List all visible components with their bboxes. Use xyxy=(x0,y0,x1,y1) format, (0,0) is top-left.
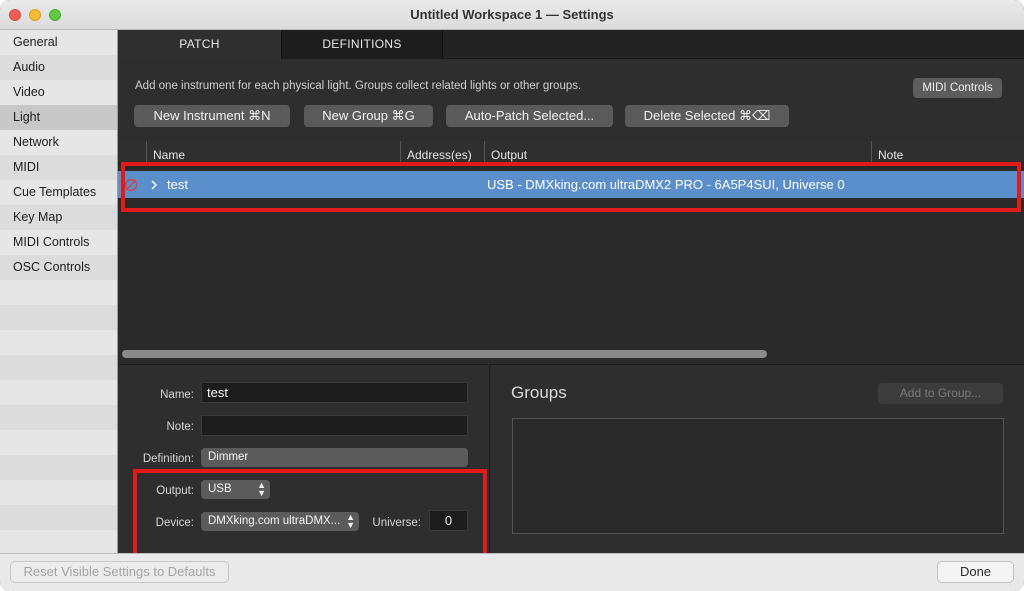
sidebar-item-general[interactable]: General xyxy=(0,30,117,55)
name-field[interactable]: test xyxy=(201,382,468,403)
tab-bar: PATCH DEFINITIONS xyxy=(118,30,1024,59)
delete-selected-button[interactable]: Delete Selected ⌘⌫ xyxy=(625,105,789,127)
title-bar: Untitled Workspace 1 — Settings xyxy=(0,0,1024,30)
reset-defaults-button[interactable]: Reset Visible Settings to Defaults xyxy=(10,561,229,583)
tab-definitions[interactable]: DEFINITIONS xyxy=(281,30,443,59)
midi-controls-button[interactable]: MIDI Controls xyxy=(913,78,1002,98)
definition-label: Definition: xyxy=(142,453,194,465)
annotation-highlight-row xyxy=(121,162,1021,212)
footer-bar: Reset Visible Settings to Defaults Done xyxy=(0,553,1024,591)
groups-title: Groups xyxy=(511,383,567,402)
column-header-output[interactable]: Output xyxy=(484,141,871,163)
note-label: Note: xyxy=(166,421,195,433)
sidebar-item-video[interactable]: Video xyxy=(0,80,117,105)
groups-list[interactable] xyxy=(512,418,1004,534)
sidebar-item-midi[interactable]: MIDI xyxy=(0,155,117,180)
sidebar-item-key-map[interactable]: Key Map xyxy=(0,205,117,230)
done-button[interactable]: Done xyxy=(937,561,1014,583)
sidebar-item-cue-templates[interactable]: Cue Templates xyxy=(0,180,117,205)
window-title: Untitled Workspace 1 — Settings xyxy=(410,7,614,22)
patch-info-text: Add one instrument for each physical lig… xyxy=(135,80,582,92)
column-header-address[interactable]: Address(es) xyxy=(400,141,484,163)
name-label: Name: xyxy=(160,389,194,401)
auto-patch-selected-button[interactable]: Auto-Patch Selected... xyxy=(446,105,613,127)
table-header: Name Address(es) Output Note xyxy=(118,141,1024,163)
column-header-note[interactable]: Note xyxy=(871,141,1024,163)
horizontal-scrollbar[interactable] xyxy=(122,350,767,358)
new-instrument-button[interactable]: New Instrument ⌘N xyxy=(134,105,290,127)
sidebar-item-light[interactable]: Light xyxy=(0,105,117,130)
sidebar-item-audio[interactable]: Audio xyxy=(0,55,117,80)
sidebar-item-midi-controls[interactable]: MIDI Controls xyxy=(0,230,117,255)
settings-window: Untitled Workspace 1 — Settings General … xyxy=(0,0,1024,591)
sidebar-item-osc-controls[interactable]: OSC Controls xyxy=(0,255,117,280)
new-group-button[interactable]: New Group ⌘G xyxy=(304,105,433,127)
instrument-inspector: Name: test Note: Definition: Dimmer Outp… xyxy=(118,364,488,581)
add-to-group-button[interactable]: Add to Group... xyxy=(878,383,1003,404)
definition-value: Dimmer xyxy=(208,451,249,463)
definition-popup[interactable]: Dimmer xyxy=(201,448,468,467)
light-settings-panel: PATCH DEFINITIONS Add one instrument for… xyxy=(118,30,1024,581)
instrument-table: Name Address(es) Output Note test USB - … xyxy=(118,141,1024,363)
tab-patch[interactable]: PATCH xyxy=(118,30,281,59)
column-header-name[interactable]: Name xyxy=(146,141,400,163)
groups-panel: Groups Add to Group... xyxy=(489,364,1024,553)
note-field[interactable] xyxy=(201,415,468,436)
sidebar-item-network[interactable]: Network xyxy=(0,130,117,155)
settings-sidebar: General Audio Video Light Network MIDI C… xyxy=(0,30,118,553)
